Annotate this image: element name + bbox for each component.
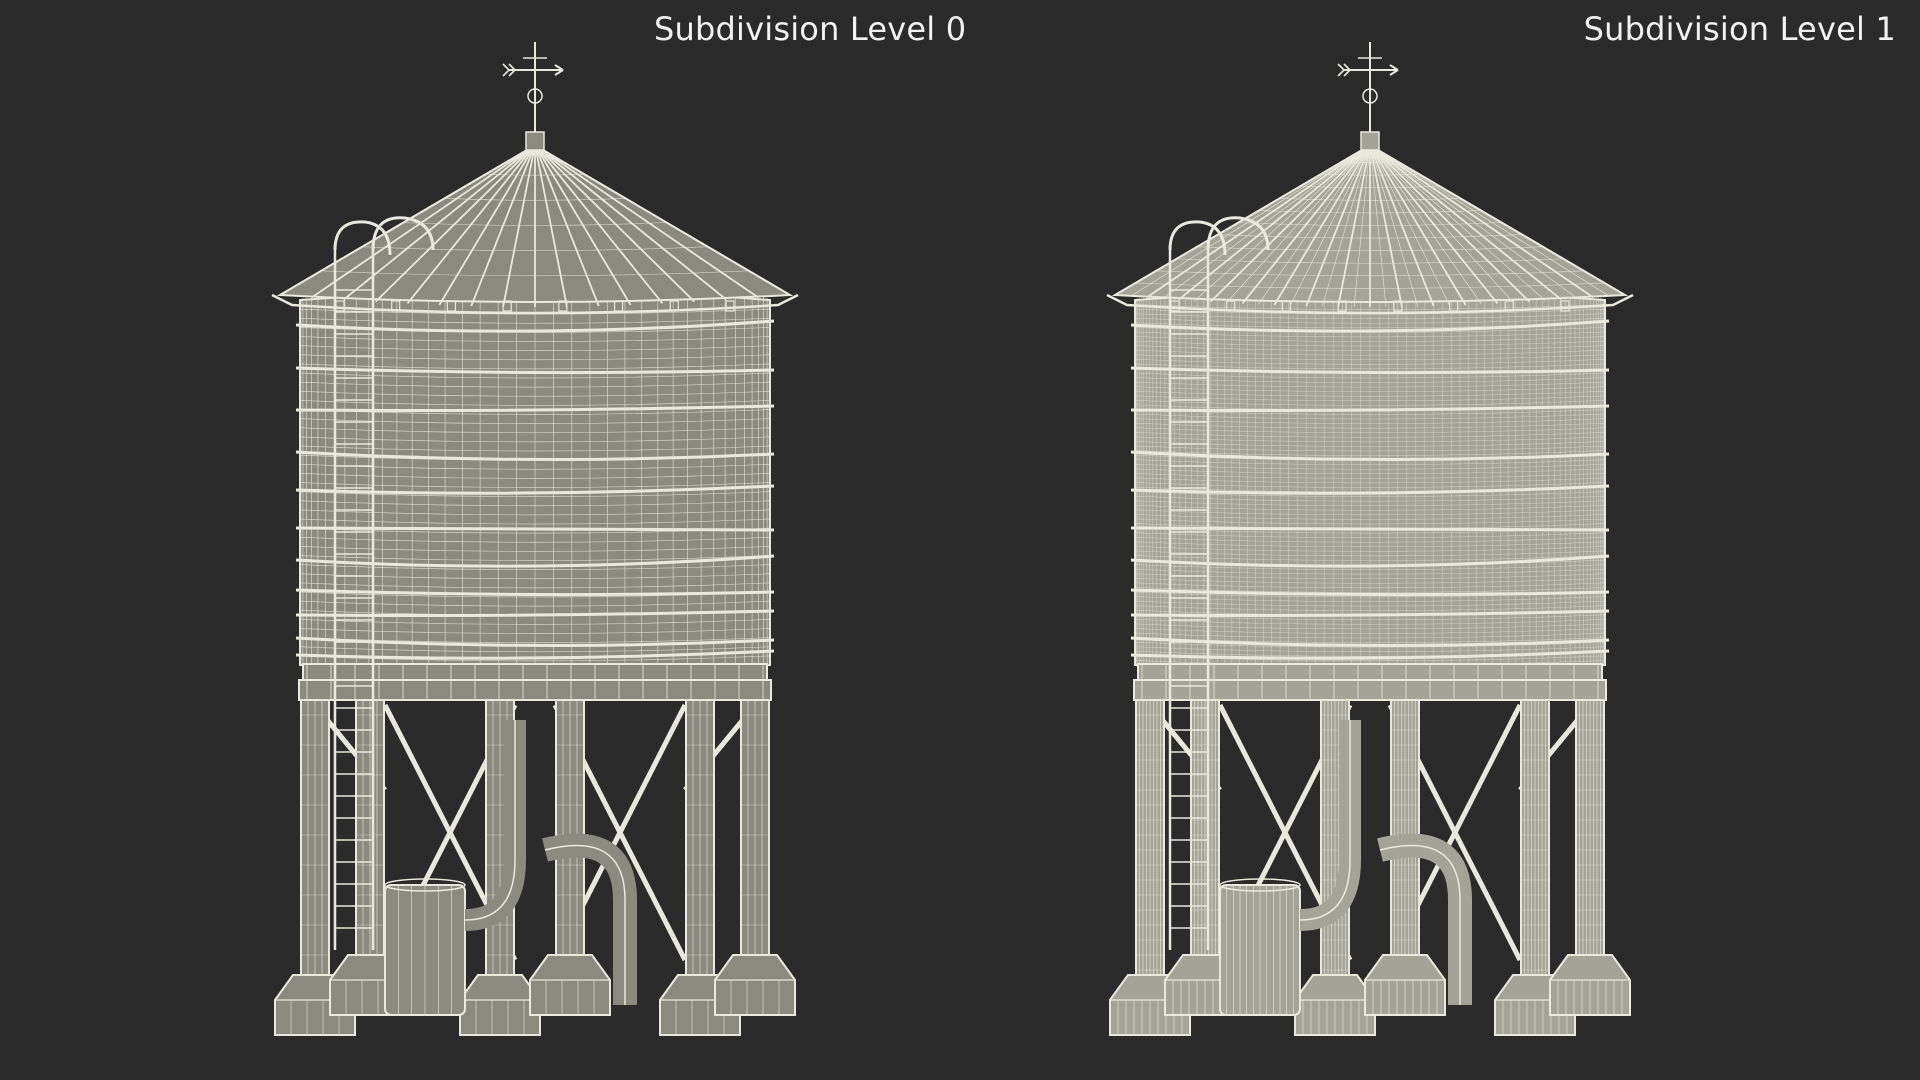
tower-group [1106,42,1634,1036]
leg-footing [529,954,611,1016]
subdivision-level-1-label: Subdivision Level 1 [1583,10,1896,48]
leg [459,699,541,1036]
finial-base [525,131,545,151]
leg [1549,699,1631,1016]
tank [1130,288,1610,677]
viewport-level-0 [0,0,960,1080]
platform [298,663,772,701]
water-tower-wireframe [271,42,799,1036]
weathervane [1337,42,1399,151]
leg [714,699,796,1016]
roof [1106,149,1634,315]
viewport-level-1 [960,0,1920,1080]
tank-hoop-band [1130,526,1610,532]
platform-beam [1133,679,1607,701]
subdivision-level-0-label: Subdivision Level 0 [654,10,967,48]
platform [1133,663,1607,701]
leg-footing [459,974,541,1036]
roof [271,149,799,315]
tank-hoop-band [295,526,775,532]
tower-group [271,42,799,1036]
leg [1294,699,1376,1036]
platform-beam [298,679,772,701]
weathervane [502,42,564,151]
finial-base [1360,131,1380,151]
tank [295,288,775,677]
comparison-render: Subdivision Level 0 Subdivision Level 1 [0,0,1920,1080]
leg-footing [714,954,796,1016]
water-tower-wireframe [1106,42,1634,1036]
